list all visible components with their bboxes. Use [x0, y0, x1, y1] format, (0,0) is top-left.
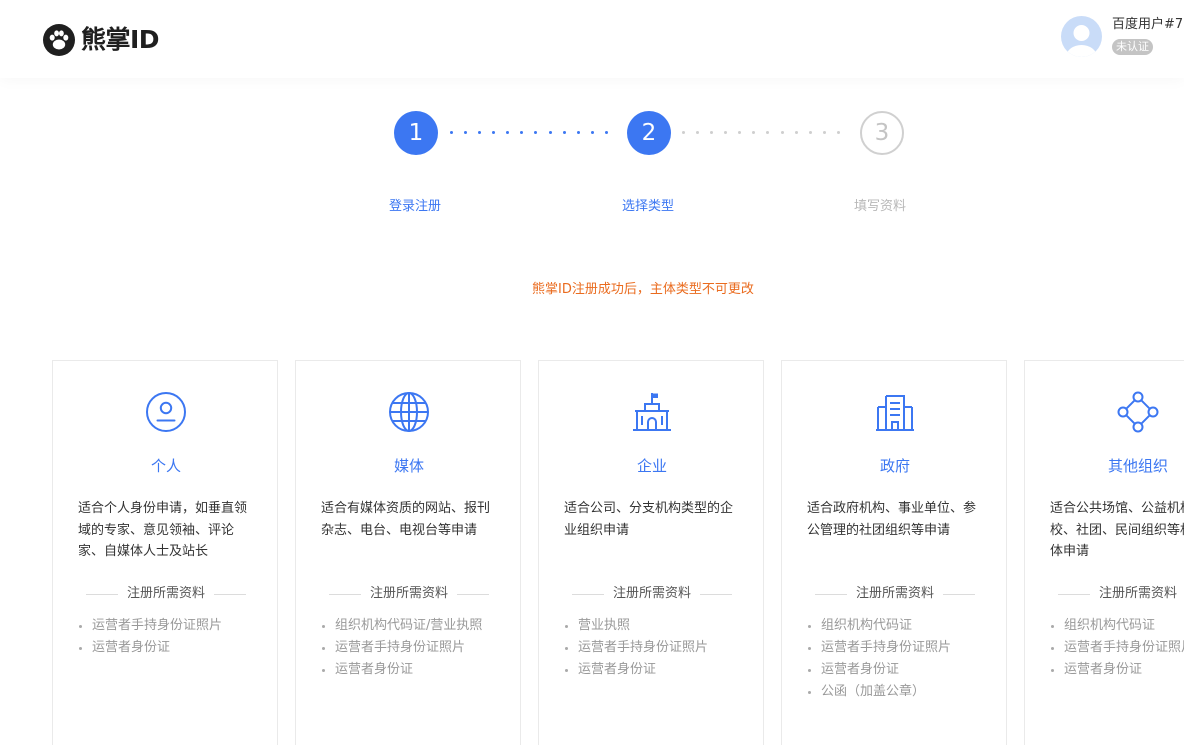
type-card-media[interactable]: 媒体 适合有媒体资质的网站、报刊杂志、电台、电视台等申请 注册所需资料 组织机构… [295, 360, 521, 745]
requirements-list: 营业执照 运营者手持身份证照片 运营者身份证 [564, 615, 764, 681]
page: 熊掌ID 百度用户#7 未认证 1 2 3 登录注册 选择类型 填写资料 熊掌I… [0, 0, 1184, 745]
avatar[interactable] [1061, 16, 1102, 57]
type-card-government[interactable]: 政府 适合政府机构、事业单位、参公管理的社团组织等申请 注册所需资料 组织机构代… [781, 360, 1007, 745]
user-info: 百度用户#7 未认证 [1112, 16, 1183, 55]
list-item: 营业执照 [564, 615, 764, 637]
list-item: 组织机构代码证 [1050, 615, 1184, 637]
type-card-personal[interactable]: 个人 适合个人身份申请，如垂直领域的专家、意见领袖、评论家、自媒体人士及站长 注… [52, 360, 278, 745]
requirements-list: 组织机构代码证/营业执照 运营者手持身份证照片 运营者身份证 [321, 615, 521, 681]
government-building-icon [876, 395, 914, 431]
step-connector-2 [682, 131, 840, 135]
list-item: 运营者身份证 [1050, 659, 1184, 681]
logo-text: 熊掌ID [81, 25, 160, 54]
card-description: 适合公共场馆、公益机构、学校、社团、民间组织等机构团体申请 [1050, 501, 1184, 559]
requirements-list: 运营者手持身份证照片 运营者身份证 [78, 615, 278, 659]
list-item: 组织机构代码证/营业执照 [321, 615, 521, 637]
step-3-label: 填写资料 [853, 199, 906, 214]
user-menu[interactable]: 百度用户#7 未认证 [1061, 16, 1183, 60]
notice-text: 熊掌ID注册成功后，主体类型不可更改 [532, 282, 754, 297]
user-name[interactable]: 百度用户#7 [1112, 16, 1183, 34]
list-item: 运营者手持身份证照片 [321, 637, 521, 659]
card-description: 适合有媒体资质的网站、报刊杂志、电台、电视台等申请 [321, 501, 491, 538]
requirements-heading: 注册所需资料 [1058, 585, 1184, 603]
user-silhouette-icon [1066, 25, 1097, 57]
top-header: 熊掌ID 百度用户#7 未认证 [0, 0, 1184, 78]
list-item: 运营者手持身份证照片 [564, 637, 764, 659]
requirements-heading: 注册所需资料 [815, 585, 975, 603]
globe-icon [389, 392, 429, 432]
card-title: 个人 [150, 457, 181, 475]
step-3-circle: 3 [860, 111, 904, 155]
building-flag-icon [633, 393, 671, 431]
list-item: 运营者身份证 [78, 637, 278, 659]
type-card-enterprise[interactable]: 企业 适合公司、分支机构类型的企业组织申请 注册所需资料 营业执照 运营者手持身… [538, 360, 764, 745]
card-description: 适合公司、分支机构类型的企业组织申请 [564, 501, 734, 538]
requirements-heading-text: 注册所需资料 [1098, 586, 1177, 601]
step-connector-1 [450, 131, 608, 135]
list-item: 运营者手持身份证照片 [78, 615, 278, 637]
list-item: 运营者身份证 [807, 659, 1007, 681]
network-nodes-icon [1117, 391, 1159, 433]
requirements-list: 组织机构代码证 运营者手持身份证照片 运营者身份证 [1050, 615, 1184, 681]
requirements-list: 组织机构代码证 运营者手持身份证照片 运营者身份证 公函（加盖公章） [807, 615, 1007, 703]
step-2-label: 选择类型 [621, 199, 674, 214]
step-1-circle: 1 [394, 111, 438, 155]
logo[interactable]: 熊掌ID [43, 24, 160, 56]
step-2-circle: 2 [627, 111, 671, 155]
list-item: 运营者身份证 [564, 659, 764, 681]
step-1-label: 登录注册 [388, 199, 441, 214]
type-card-other-organization[interactable]: 其他组织 适合公共场馆、公益机构、学校、社团、民间组织等机构团体申请 注册所需资… [1024, 360, 1184, 745]
list-item: 运营者身份证 [321, 659, 521, 681]
list-item: 运营者手持身份证照片 [1050, 637, 1184, 659]
list-item: 运营者手持身份证照片 [807, 637, 1007, 659]
card-title: 媒体 [393, 457, 424, 475]
requirements-heading: 注册所需资料 [86, 585, 246, 603]
card-title: 企业 [636, 457, 667, 475]
list-item: 公函（加盖公章） [807, 681, 1007, 703]
card-description: 适合政府机构、事业单位、参公管理的社团组织等申请 [807, 501, 977, 538]
person-icon [146, 392, 186, 432]
verification-badge: 未认证 [1112, 39, 1153, 55]
list-item: 组织机构代码证 [807, 615, 1007, 637]
card-title: 其他组织 [1107, 457, 1168, 475]
card-description: 适合个人身份申请，如垂直领域的专家、意见领袖、评论家、自媒体人士及站长 [78, 501, 248, 559]
card-title: 政府 [879, 457, 910, 475]
requirements-heading: 注册所需资料 [329, 585, 489, 603]
requirements-heading: 注册所需资料 [572, 585, 732, 603]
paw-icon [43, 24, 75, 56]
